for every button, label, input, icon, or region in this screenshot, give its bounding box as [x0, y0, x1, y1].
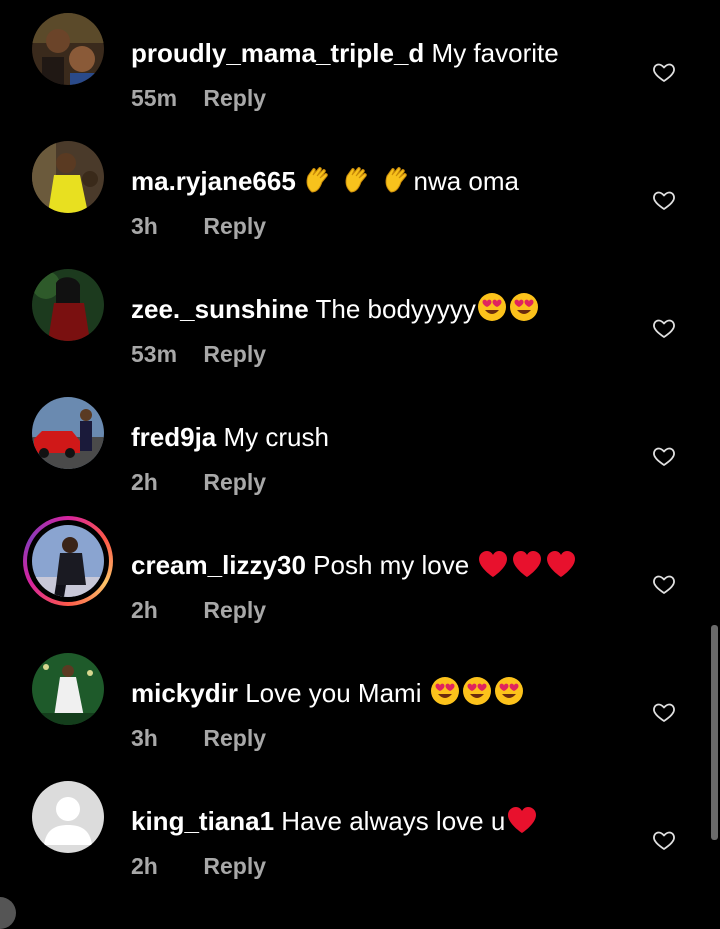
scrollbar[interactable] [711, 625, 718, 840]
comment-meta: 3h Reply [131, 724, 266, 752]
avatar[interactable] [32, 781, 104, 853]
avatar[interactable] [32, 397, 104, 469]
comment-text: My favorite [431, 38, 559, 68]
comment-item: proudly_mama_triple_d My favorite 55m Re… [0, 0, 720, 128]
comment-text: Love you Mami [245, 678, 422, 708]
comment-meta: 2h Reply [131, 852, 266, 880]
comment-time: 2h [131, 469, 158, 495]
comment-time: 2h [131, 853, 158, 879]
comment-time: 55m [131, 85, 178, 111]
comment-text: nwa oma [413, 166, 520, 196]
heart-eyes-emoji [462, 676, 492, 714]
comment-item: zee._sunshine The bodyyyyy 53m Reply [0, 256, 720, 384]
comment-item: king_tiana1 Have always love u 2h Reply [0, 768, 720, 896]
comment-item: cream_lizzy30 Posh my love 2h Reply [0, 512, 720, 640]
comment-time: 2h [131, 597, 158, 623]
heart-outline-icon[interactable] [652, 572, 676, 596]
reply-button[interactable]: Reply [203, 469, 266, 495]
reply-button[interactable]: Reply [203, 341, 266, 367]
heart-outline-icon[interactable] [652, 828, 676, 852]
comment-text: Have always love u [281, 806, 506, 836]
comment-username[interactable]: proudly_mama_triple_d [131, 38, 424, 68]
comment-line: king_tiana1 Have always love u [131, 804, 539, 842]
clapping-hands-emoji [304, 166, 334, 202]
comment-username[interactable]: mickydir [131, 678, 238, 708]
reply-button[interactable]: Reply [203, 213, 266, 239]
comment-line: mickydir Love you Mami [131, 676, 525, 714]
heart-eyes-emoji [477, 292, 507, 330]
red-heart-emoji [506, 806, 538, 842]
heart-eyes-emoji [509, 292, 539, 330]
comment-line: fred9ja My crush [131, 420, 329, 454]
comment-username[interactable]: king_tiana1 [131, 806, 274, 836]
comment-text: Posh my love [313, 550, 470, 580]
comment-time: 3h [131, 213, 158, 239]
heart-eyes-emoji [494, 676, 524, 714]
comment-line: cream_lizzy30 Posh my love [131, 548, 578, 586]
comment-username[interactable]: fred9ja [131, 422, 216, 452]
comment-meta: 55m Reply [131, 84, 266, 112]
reply-button[interactable]: Reply [203, 597, 266, 623]
reply-button[interactable]: Reply [203, 725, 266, 751]
red-heart-emoji [477, 550, 509, 586]
heart-outline-icon[interactable] [652, 316, 676, 340]
comment-line: ma.ryjane665 nwa oma [131, 164, 519, 202]
comment-item: fred9ja My crush 2h Reply [0, 384, 720, 512]
avatar[interactable] [32, 269, 104, 341]
clapping-hands-emoji [383, 166, 413, 202]
comment-meta: 2h Reply [131, 468, 266, 496]
avatar[interactable] [32, 141, 104, 213]
comment-username[interactable]: zee._sunshine [131, 294, 309, 324]
avatar[interactable] [23, 516, 113, 606]
heart-outline-icon[interactable] [652, 60, 676, 84]
comment-meta: 2h Reply [131, 596, 266, 624]
clapping-hands-emoji [343, 166, 373, 202]
comment-time: 53m [131, 341, 178, 367]
heart-eyes-emoji [430, 676, 460, 714]
reply-button[interactable]: Reply [203, 85, 266, 111]
comment-item: mickydir Love you Mami 3h Reply [0, 640, 720, 768]
avatar[interactable] [32, 653, 104, 725]
comment-meta: 3h Reply [131, 212, 266, 240]
comment-line: zee._sunshine The bodyyyyy [131, 292, 540, 330]
comment-username[interactable]: cream_lizzy30 [131, 550, 306, 580]
comment-text: My crush [223, 422, 329, 452]
comment-item: ma.ryjane665 nwa oma 3h Reply [0, 128, 720, 256]
comment-line: proudly_mama_triple_d My favorite [131, 36, 559, 70]
red-heart-emoji [545, 550, 577, 586]
comment-meta: 53m Reply [131, 340, 266, 368]
floating-button-edge[interactable] [0, 897, 16, 929]
comment-time: 3h [131, 725, 158, 751]
reply-button[interactable]: Reply [203, 853, 266, 879]
comment-text: The bodyyyyy [315, 294, 476, 324]
heart-outline-icon[interactable] [652, 444, 676, 468]
comment-username[interactable]: ma.ryjane665 [131, 166, 296, 196]
heart-outline-icon[interactable] [652, 188, 676, 212]
red-heart-emoji [511, 550, 543, 586]
avatar[interactable] [32, 13, 104, 85]
heart-outline-icon[interactable] [652, 700, 676, 724]
